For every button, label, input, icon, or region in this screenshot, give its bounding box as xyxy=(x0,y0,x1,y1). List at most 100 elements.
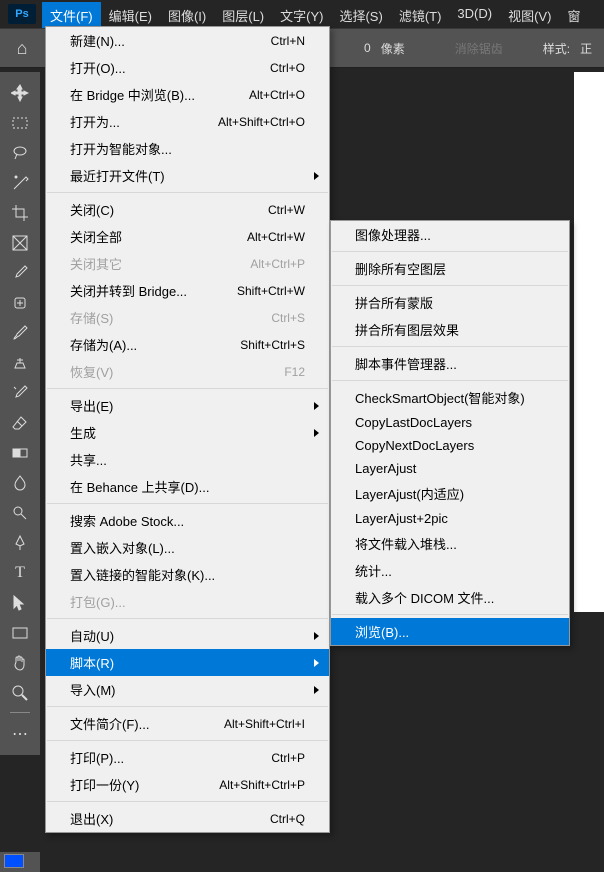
menu-item-label: CopyNextDocLayers xyxy=(355,438,474,453)
menu-item-shortcut: Alt+Ctrl+O xyxy=(249,88,305,102)
file-menu-item-25[interactable]: 自动(U) xyxy=(46,622,329,649)
menu-9[interactable]: 窗 xyxy=(559,2,588,29)
pen-tool[interactable] xyxy=(4,528,36,558)
menu-4[interactable]: 文字(Y) xyxy=(272,2,331,29)
script-menu-item-16[interactable]: 统计... xyxy=(331,557,569,584)
menu-item-label: 浏览(B)... xyxy=(355,622,409,641)
menu-item-shortcut: Ctrl+S xyxy=(271,311,305,325)
file-menu-item-22[interactable]: 置入链接的智能对象(K)... xyxy=(46,561,329,588)
file-menu-item-23: 打包(G)... xyxy=(46,588,329,615)
blur-tool[interactable] xyxy=(4,468,36,498)
script-menu-item-0[interactable]: 图像处理器... xyxy=(331,221,569,248)
file-menu-item-16[interactable]: 生成 xyxy=(46,419,329,446)
menu-item-label: 脚本事件管理器... xyxy=(355,354,457,373)
file-menu-item-4[interactable]: 打开为智能对象... xyxy=(46,135,329,162)
eyedropper-tool[interactable] xyxy=(4,258,36,288)
file-menu-item-20[interactable]: 搜索 Adobe Stock... xyxy=(46,507,329,534)
lasso-tool[interactable] xyxy=(4,138,36,168)
canvas-area xyxy=(574,72,604,612)
script-menu-item-17[interactable]: 载入多个 DICOM 文件... xyxy=(331,584,569,611)
marquee-tool[interactable] xyxy=(4,108,36,138)
script-menu-item-5[interactable]: 拼合所有图层效果 xyxy=(331,316,569,343)
menu-8[interactable]: 视图(V) xyxy=(500,2,559,29)
file-menu-item-10[interactable]: 关闭并转到 Bridge...Shift+Ctrl+W xyxy=(46,277,329,304)
menu-item-label: 打印一份(Y) xyxy=(70,775,139,794)
menu-item-shortcut: Ctrl+W xyxy=(268,203,305,217)
file-menu-item-27[interactable]: 导入(M) xyxy=(46,676,329,703)
crop-tool[interactable] xyxy=(4,198,36,228)
menu-item-label: CopyLastDocLayers xyxy=(355,415,472,430)
menu-item-label: 在 Bridge 中浏览(B)... xyxy=(70,85,195,104)
menu-item-label: LayerAjust xyxy=(355,461,416,476)
hand-tool[interactable] xyxy=(4,648,36,678)
script-menu-item-10[interactable]: CopyLastDocLayers xyxy=(331,411,569,434)
foreground-color[interactable] xyxy=(4,854,24,868)
gradient-tool[interactable] xyxy=(4,438,36,468)
menu-item-shortcut: Shift+Ctrl+W xyxy=(237,284,305,298)
magic-wand-tool[interactable] xyxy=(4,168,36,198)
script-menu-item-7[interactable]: 脚本事件管理器... xyxy=(331,350,569,377)
menu-0[interactable]: 文件(F) xyxy=(42,2,101,29)
menu-2[interactable]: 图像(I) xyxy=(160,2,214,29)
submenu-arrow-icon xyxy=(314,429,319,437)
dodge-tool[interactable] xyxy=(4,498,36,528)
menu-item-shortcut: Alt+Shift+Ctrl+O xyxy=(218,115,305,129)
type-tool[interactable]: T xyxy=(4,558,36,588)
menu-item-label: 置入嵌入对象(L)... xyxy=(70,538,175,557)
file-menu-item-2[interactable]: 在 Bridge 中浏览(B)... Alt+Ctrl+O xyxy=(46,81,329,108)
file-menu-item-12[interactable]: 存储为(A)...Shift+Ctrl+S xyxy=(46,331,329,358)
script-menu-item-9[interactable]: CheckSmartObject(智能对象) xyxy=(331,384,569,411)
menu-item-label: 打印(P)... xyxy=(70,748,124,767)
script-menu-item-12[interactable]: LayerAjust xyxy=(331,457,569,480)
menu-6[interactable]: 滤镜(T) xyxy=(391,2,450,29)
menu-7[interactable]: 3D(D) xyxy=(449,2,500,29)
file-menu-item-8[interactable]: 关闭全部Alt+Ctrl+W xyxy=(46,223,329,250)
menu-5[interactable]: 选择(S) xyxy=(331,2,390,29)
file-menu-item-34[interactable]: 退出(X)Ctrl+Q xyxy=(46,805,329,832)
style-label: 样式: xyxy=(543,40,570,57)
script-menu-item-2[interactable]: 删除所有空图层 xyxy=(331,255,569,282)
frame-tool[interactable] xyxy=(4,228,36,258)
script-menu-item-11[interactable]: CopyNextDocLayers xyxy=(331,434,569,457)
move-tool[interactable] xyxy=(4,78,36,108)
script-menu-item-13[interactable]: LayerAjust(内适应) xyxy=(331,480,569,507)
file-menu-item-29[interactable]: 文件简介(F)...Alt+Shift+Ctrl+I xyxy=(46,710,329,737)
script-menu-item-15[interactable]: 将文件载入堆栈... xyxy=(331,530,569,557)
file-menu-item-3[interactable]: 打开为... Alt+Shift+Ctrl+O xyxy=(46,108,329,135)
file-menu-item-0[interactable]: 新建(N)...Ctrl+N xyxy=(46,27,329,54)
script-menu-item-19[interactable]: 浏览(B)... xyxy=(331,618,569,645)
menu-3[interactable]: 图层(L) xyxy=(214,2,272,29)
file-menu-item-31[interactable]: 打印(P)... Ctrl+P xyxy=(46,744,329,771)
file-menu-item-26[interactable]: 脚本(R) xyxy=(46,649,329,676)
healing-brush-tool[interactable] xyxy=(4,288,36,318)
file-menu-separator xyxy=(47,801,328,802)
file-menu-item-18[interactable]: 在 Behance 上共享(D)... xyxy=(46,473,329,500)
toolbar: T ⋯ xyxy=(0,72,40,755)
zoom-tool[interactable] xyxy=(4,678,36,708)
menu-item-shortcut: Alt+Ctrl+P xyxy=(250,257,305,271)
clone-stamp-tool[interactable] xyxy=(4,348,36,378)
file-menu-item-15[interactable]: 导出(E) xyxy=(46,392,329,419)
file-menu-item-17[interactable]: 共享... xyxy=(46,446,329,473)
color-swatches[interactable] xyxy=(0,852,40,872)
rectangle-tool[interactable] xyxy=(4,618,36,648)
submenu-arrow-icon xyxy=(314,686,319,694)
eraser-tool[interactable] xyxy=(4,408,36,438)
menu-item-label: 打开为... xyxy=(70,112,120,131)
menu-item-label: 拼合所有图层效果 xyxy=(355,320,459,339)
script-menu-separator xyxy=(332,251,568,252)
menu-1[interactable]: 编辑(E) xyxy=(101,2,160,29)
script-menu-item-14[interactable]: LayerAjust+2pic xyxy=(331,507,569,530)
brush-tool[interactable] xyxy=(4,318,36,348)
file-menu-item-32[interactable]: 打印一份(Y)Alt+Shift+Ctrl+P xyxy=(46,771,329,798)
file-menu-item-5[interactable]: 最近打开文件(T) xyxy=(46,162,329,189)
path-selection-tool[interactable] xyxy=(4,588,36,618)
menu-item-shortcut: Ctrl+P xyxy=(271,751,305,765)
script-menu-item-4[interactable]: 拼合所有蒙版 xyxy=(331,289,569,316)
edit-toolbar-icon[interactable]: ⋯ xyxy=(4,719,36,749)
file-menu-item-1[interactable]: 打开(O)...Ctrl+O xyxy=(46,54,329,81)
file-menu-item-21[interactable]: 置入嵌入对象(L)... xyxy=(46,534,329,561)
history-brush-tool[interactable] xyxy=(4,378,36,408)
home-icon[interactable]: ⌂ xyxy=(10,36,34,60)
file-menu-item-7[interactable]: 关闭(C)Ctrl+W xyxy=(46,196,329,223)
